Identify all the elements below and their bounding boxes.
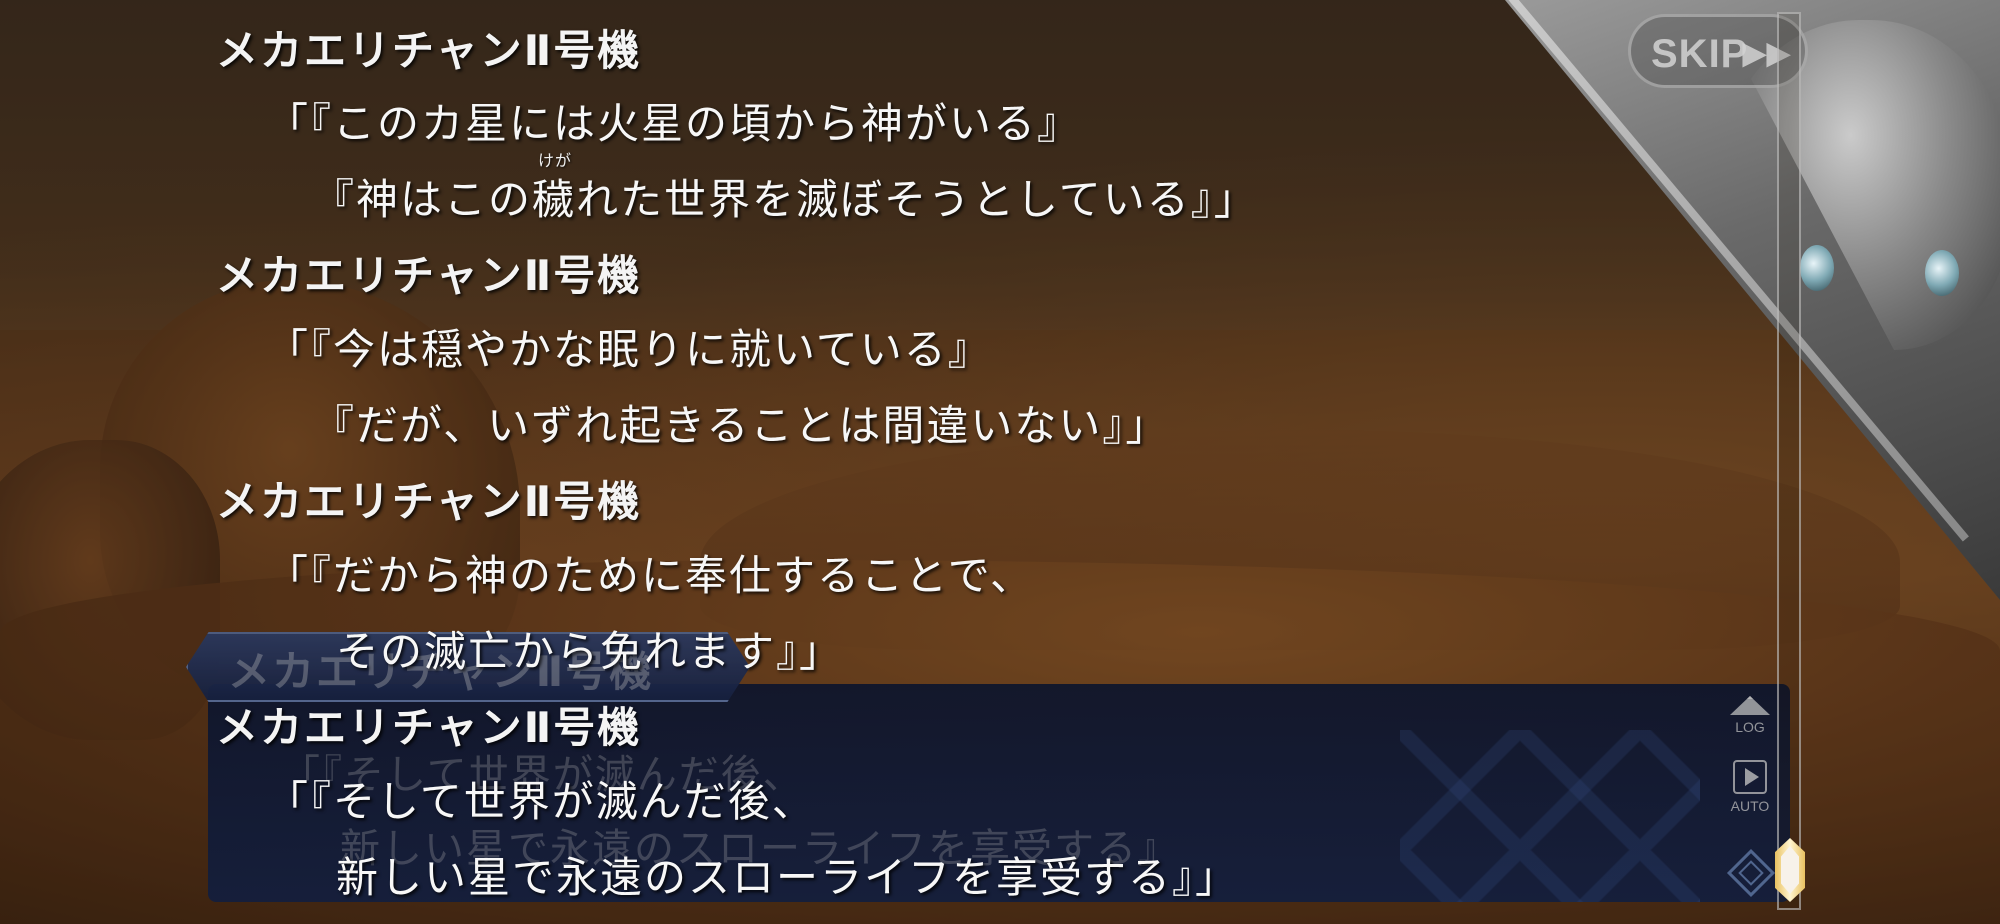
log-speaker-name: メカエリチャンⅡ号機 [216,477,642,526]
log-line: 新しい星で永遠のスローライフを享受する』」 [336,853,1240,902]
character-eye [1800,245,1834,291]
log-line: 『神はこの穢れた世界を滅ぼそうとしている』」 [312,175,1258,224]
log-line: 「『このカ星には火星の頃から神がいる』 [266,99,1082,148]
log-speaker-name: メカエリチャンⅡ号機 [216,703,642,752]
log-speaker-name: メカエリチャンⅡ号機 [216,26,642,75]
log-line: 『だが、いずれ起きることは間違いない』」 [312,401,1170,450]
log-line: 「『今は穏やかな眠りに就いている』 [266,325,992,374]
log-scrollbar[interactable] [1777,12,1801,910]
character-eye [1925,250,1959,296]
ruby-annotation: けが [538,151,573,170]
log-speaker-name: メカエリチャンⅡ号機 [216,251,642,300]
skip-label: SKIP [1651,32,1749,76]
log-line: 「『そして世界が滅んだ後、 [266,777,816,826]
log-line: その滅亡から免れます』」 [336,627,844,676]
game-screen: メカエリチャンⅡ号機 「『そして世界が滅んだ後、 新しい星で永遠のスローライフを… [0,0,2000,924]
backlog-panel[interactable]: メカエリチャンⅡ号機 「『このカ星には火星の頃から神がいる』 けが 『神はこの穢… [0,0,1760,924]
log-line: 「『だから神のために奉仕することで、 [266,551,1035,600]
